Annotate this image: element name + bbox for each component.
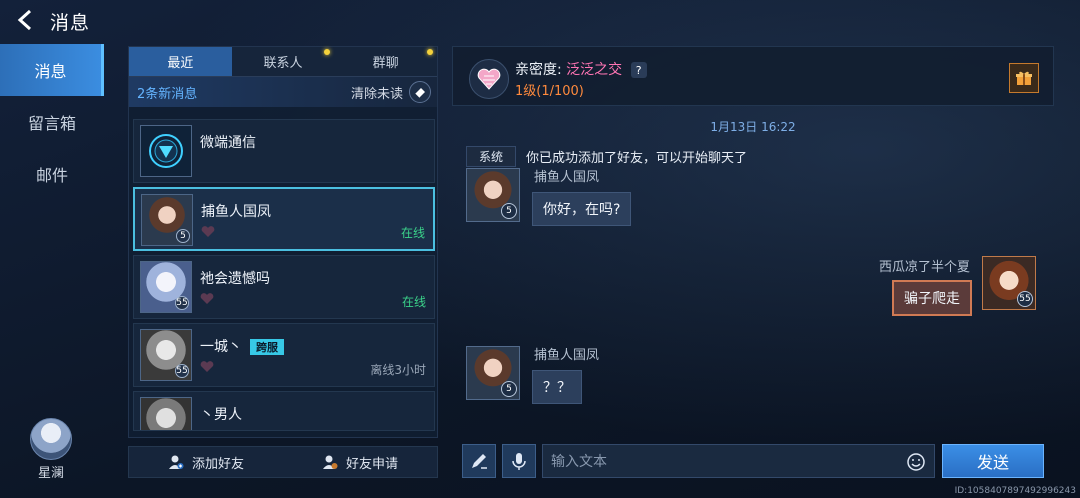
page-title: 消息	[50, 12, 91, 34]
player-avatar[interactable]	[30, 418, 72, 460]
conversation-name: 丶男人	[200, 407, 242, 423]
avatar: 55	[140, 261, 192, 313]
friend-actions-bar: 添加好友 好友申请	[128, 446, 438, 478]
tab-recent[interactable]: 最近	[129, 47, 232, 76]
chat-panel: 亲密度: 泛泛之交 ? 1级(1/100) 1月13日 16:22 系统 你已成…	[452, 46, 1054, 438]
new-message-bar: 2条新消息 清除未读	[129, 77, 437, 107]
conversation-name-text: 一城丶	[200, 339, 242, 355]
heart-icon	[200, 361, 214, 372]
voice-button[interactable]	[502, 444, 536, 478]
tab-recent-label: 最近	[167, 56, 194, 71]
list-item[interactable]: 5 捕鱼人国凤 在线	[133, 187, 435, 251]
intimacy-level: 1级(1/100)	[515, 84, 584, 99]
player-name: 星澜	[37, 466, 64, 481]
list-item[interactable]: 微端通信	[133, 119, 435, 183]
avatar[interactable]: 5	[466, 346, 520, 400]
message-input-placeholder: 输入文本	[551, 454, 607, 470]
nav-item-mail[interactable]: 邮件	[0, 148, 104, 200]
tab-bar: 最近 联系人 群聊	[129, 47, 438, 77]
chat-timestamp: 1月13日 16:22	[710, 120, 796, 134]
heart-icon	[201, 226, 215, 237]
level-badge: 5	[501, 381, 517, 397]
clear-unread-button[interactable]: 清除未读	[351, 81, 431, 103]
message-sender: 捕鱼人国凤	[534, 348, 600, 363]
avatar	[140, 397, 192, 430]
microclient-icon	[149, 134, 183, 168]
level-badge: 55	[1017, 291, 1033, 307]
level-badge: 5	[176, 229, 190, 243]
pen-icon	[472, 454, 487, 469]
add-friend-button[interactable]: 添加好友	[129, 447, 283, 477]
cross-server-tag: 跨服	[250, 339, 284, 355]
input-bar: 输入文本 发送	[462, 442, 1044, 478]
avatar[interactable]: 5	[466, 168, 520, 222]
system-message-text: 你已成功添加了好友，可以开始聊天了	[526, 151, 748, 166]
message-sender: 捕鱼人国凤	[534, 170, 600, 185]
intimacy-bar: 亲密度: 泛泛之交 ? 1级(1/100)	[452, 46, 1054, 106]
message-bubble: 你好，在吗?	[532, 192, 632, 226]
friend-request-label: 好友申请	[345, 456, 398, 472]
avatar[interactable]: 55	[982, 256, 1036, 310]
intimacy-label: 亲密度: 泛泛之交 ?	[515, 59, 647, 79]
nav-item-guestbook[interactable]: 留言箱	[0, 96, 104, 148]
user-id-label: ID:1058407897492996243	[954, 486, 1076, 496]
header: 消息	[0, 0, 300, 42]
system-tag: 系统	[466, 146, 517, 167]
online-status: 在线	[401, 295, 426, 309]
back-arrow-icon[interactable]	[14, 8, 38, 32]
level-badge: 55	[175, 296, 189, 310]
eraser-icon	[409, 81, 431, 103]
friend-request-button[interactable]: 好友申请	[283, 447, 437, 477]
conversation-list: 微端通信 5 捕鱼人国凤 在线 55 祂会遗憾吗 在线 55 一城丶 跨服 离线3…	[133, 119, 435, 435]
microphone-icon	[512, 453, 526, 470]
list-item[interactable]: 55 一城丶 跨服 离线3小时	[133, 323, 435, 387]
heart-icon	[200, 293, 214, 304]
conversation-panel: 最近 联系人 群聊 2条新消息 清除未读 微端通信 5 捕鱼人国凤 在线 55 …	[128, 46, 438, 438]
message-input[interactable]: 输入文本	[542, 444, 935, 478]
intimacy-value: 泛泛之交	[566, 62, 623, 78]
notification-dot	[427, 49, 434, 55]
conversation-name: 一城丶 跨服	[200, 336, 284, 356]
left-nav: 消息 留言箱 邮件	[0, 44, 104, 200]
tab-contacts-label: 联系人	[263, 56, 303, 71]
tab-group-chat[interactable]: 群聊	[334, 47, 438, 76]
notification-dot	[324, 49, 331, 55]
add-friend-label: 添加好友	[191, 456, 244, 472]
gift-icon[interactable]	[1009, 63, 1039, 93]
new-message-count: 2条新消息	[137, 86, 198, 102]
friend-request-icon	[322, 455, 338, 469]
intimacy-title: 亲密度:	[515, 62, 562, 78]
intimacy-heart-icon	[469, 59, 509, 99]
conversation-name: 微端通信	[200, 135, 256, 151]
message-bubble: 骗子爬走	[892, 280, 972, 316]
message-bubble: ？？	[532, 370, 582, 404]
message-sender: 西瓜凉了半个夏	[878, 260, 970, 275]
microclient-avatar	[140, 125, 192, 177]
list-item[interactable]: 丶男人	[133, 391, 435, 431]
send-button[interactable]: 发送	[942, 444, 1044, 478]
offline-status: 离线3小时	[370, 363, 426, 377]
system-message: 系统 你已成功添加了好友，可以开始聊天了	[466, 146, 747, 167]
list-item[interactable]: 55 祂会遗憾吗 在线	[133, 255, 435, 319]
tab-contacts[interactable]: 联系人	[231, 47, 335, 76]
help-icon[interactable]: ?	[630, 62, 647, 78]
clear-unread-label: 清除未读	[350, 86, 403, 102]
level-badge: 5	[501, 203, 517, 219]
conversation-name: 捕鱼人国凤	[201, 204, 271, 220]
online-status: 在线	[400, 226, 425, 240]
level-badge: 55	[175, 364, 189, 378]
avatar: 5	[141, 194, 193, 246]
nav-item-messages[interactable]: 消息	[0, 44, 104, 96]
avatar: 55	[140, 329, 192, 381]
conversation-name: 祂会遗憾吗	[200, 271, 270, 287]
add-friend-icon	[168, 455, 184, 469]
tab-group-label: 群聊	[372, 56, 399, 71]
emoji-icon[interactable]	[906, 452, 926, 472]
quick-phrase-button[interactable]	[462, 444, 496, 478]
